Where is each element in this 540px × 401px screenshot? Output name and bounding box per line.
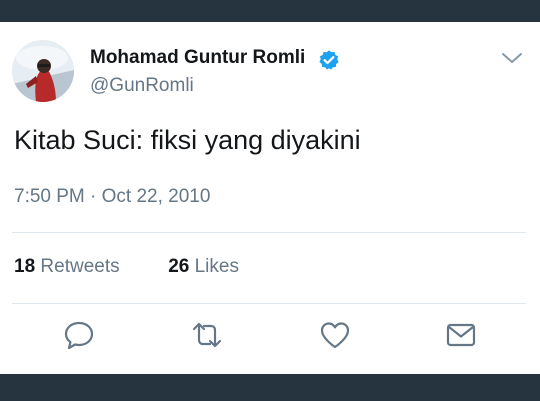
like-button[interactable] <box>318 318 352 352</box>
likes-count: 26 <box>168 256 190 277</box>
tweet-card: Mohamad Guntur Romli @GunRomli Kitab Suc… <box>0 22 540 374</box>
divider <box>12 303 526 304</box>
like-icon <box>320 322 350 349</box>
retweets-stat[interactable]: 18 Retweets <box>14 256 120 277</box>
divider <box>12 232 526 233</box>
verified-badge-icon <box>319 50 339 70</box>
retweets-count: 18 <box>14 256 36 277</box>
retweets-label: Retweets <box>40 256 120 277</box>
reply-button[interactable] <box>62 318 96 352</box>
author-display-name[interactable]: Mohamad Guntur Romli <box>90 47 305 69</box>
chevron-down-icon[interactable] <box>500 49 524 67</box>
likes-label: Likes <box>194 256 239 277</box>
tweet-timestamp[interactable]: 7:50 PM · Oct 22, 2010 <box>14 186 210 208</box>
reply-icon <box>64 321 94 350</box>
tweet-text: Kitab Suci: fiksi yang diyakini <box>14 125 361 155</box>
share-button[interactable] <box>444 318 478 352</box>
author-handle[interactable]: @GunRomli <box>90 75 194 97</box>
retweet-button[interactable] <box>190 318 224 352</box>
tweet-stats: 18 Retweets 26 Likes <box>14 256 239 278</box>
likes-stat[interactable]: 26 Likes <box>168 256 239 277</box>
mail-icon <box>446 323 476 347</box>
avatar[interactable] <box>12 40 74 102</box>
retweet-icon <box>192 322 222 348</box>
bottom-frame-bar <box>0 374 540 401</box>
top-frame-bar <box>0 0 540 22</box>
